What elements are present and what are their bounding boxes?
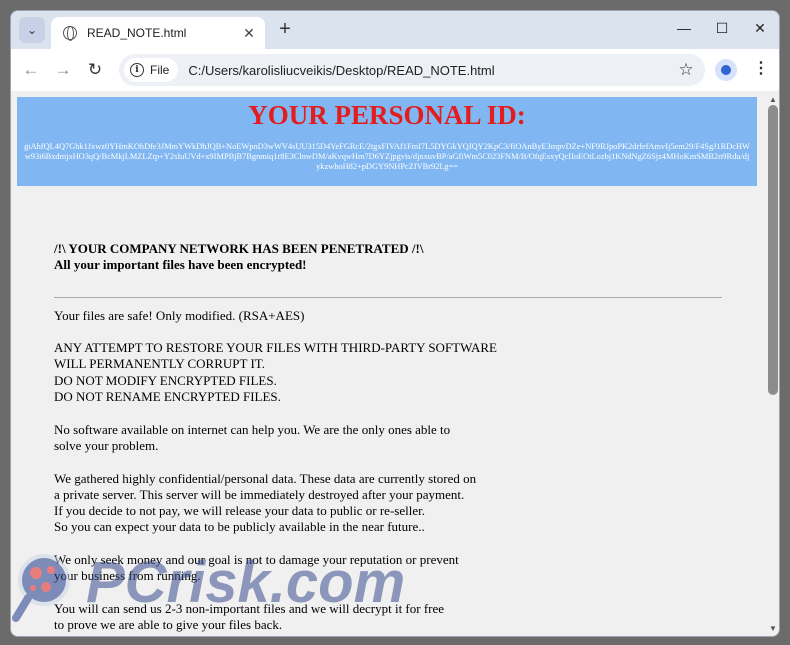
personal-id-banner: YOUR PERSONAL ID: giAhfQL4Q7Ghk1Jxwz0YHm… bbox=[17, 97, 757, 186]
divider bbox=[54, 296, 722, 298]
profile-avatar[interactable] bbox=[715, 59, 737, 81]
new-tab-button[interactable]: + bbox=[273, 18, 297, 42]
text-line: your business from running. bbox=[54, 568, 201, 584]
tab-strip: ⌄ READ_NOTE.html ✕ + — ☐ ✕ bbox=[11, 11, 779, 49]
info-icon: i bbox=[130, 63, 144, 77]
kebab-menu-icon[interactable]: ⋮ bbox=[751, 58, 771, 82]
personal-id-code: giAhfQL4Q7Ghk1Jxwz0YHmKOhDfe3JMmYWkDhJQB… bbox=[24, 142, 750, 171]
text-line: We only seek money and our goal is not t… bbox=[54, 552, 459, 568]
text-line: WILL PERMANENTLY CORRUPT IT. bbox=[54, 356, 266, 372]
scrollbar-thumb[interactable] bbox=[768, 105, 778, 395]
text-line: DO NOT RENAME ENCRYPTED FILES. bbox=[54, 389, 281, 405]
address-bar[interactable]: i File C:/Users/karolisliucveikis/Deskto… bbox=[119, 54, 705, 86]
vertical-scrollbar[interactable]: ▲ ▼ bbox=[765, 91, 779, 636]
close-tab-icon[interactable]: ✕ bbox=[239, 25, 259, 42]
paragraph-no-software: No software available on internet can he… bbox=[54, 422, 726, 455]
text-line: No software available on internet can he… bbox=[54, 421, 451, 437]
browser-window: ⌄ READ_NOTE.html ✕ + — ☐ ✕ ← → ↻ i File … bbox=[10, 10, 780, 637]
tab-title: READ_NOTE.html bbox=[87, 26, 187, 40]
text-line: ANY ATTEMPT TO RESTORE YOUR FILES WITH T… bbox=[54, 340, 497, 356]
paragraph-warning: ANY ATTEMPT TO RESTORE YOUR FILES WITH T… bbox=[54, 340, 726, 405]
forward-icon[interactable]: → bbox=[51, 58, 75, 82]
browser-toolbar: ← → ↻ i File C:/Users/karolisliucveikis/… bbox=[11, 49, 779, 91]
page-content: YOUR PERSONAL ID: giAhfQL4Q7Ghk1Jxwz0YHm… bbox=[11, 91, 765, 636]
text-line: solve your problem. bbox=[54, 437, 159, 453]
scroll-down-arrow-icon[interactable]: ▼ bbox=[765, 622, 779, 636]
site-info-button[interactable]: i File bbox=[124, 58, 179, 82]
reload-icon[interactable]: ↻ bbox=[83, 58, 107, 82]
text-line: a private server. This server will be im… bbox=[54, 486, 465, 502]
paragraph-safe: Your files are safe! Only modified. (RSA… bbox=[54, 308, 726, 324]
text-line: We gathered highly confidential/personal… bbox=[54, 470, 477, 486]
text-line: You will can send us 2-3 non-important f… bbox=[54, 600, 445, 616]
headline-penetrated: /!\ YOUR COMPANY NETWORK HAS BEEN PENETR… bbox=[54, 241, 424, 256]
minimize-icon[interactable]: — bbox=[665, 11, 703, 45]
tab-read-note[interactable]: READ_NOTE.html ✕ bbox=[51, 17, 265, 49]
ransom-note-body: /!\ YOUR COMPANY NETWORK HAS BEEN PENETR… bbox=[54, 241, 726, 636]
paragraph-money: We only seek money and our goal is not t… bbox=[54, 552, 726, 585]
personal-id-title: YOUR PERSONAL ID: bbox=[248, 100, 526, 130]
url-text[interactable]: C:/Users/karolisliucveikis/Desktop/READ_… bbox=[188, 63, 673, 78]
back-icon[interactable]: ← bbox=[19, 58, 43, 82]
paragraph-data-theft: We gathered highly confidential/personal… bbox=[54, 471, 726, 536]
text-line: to prove we are able to give your files … bbox=[54, 617, 283, 633]
maximize-icon[interactable]: ☐ bbox=[703, 11, 741, 45]
text-line: Your files are safe! Only modified. (RSA… bbox=[54, 307, 305, 323]
bookmark-star-icon[interactable]: ☆ bbox=[673, 60, 699, 80]
close-window-icon[interactable]: ✕ bbox=[741, 11, 779, 45]
chevron-down-icon: ⌄ bbox=[26, 23, 38, 37]
paragraph-test-decrypt: You will can send us 2-3 non-important f… bbox=[54, 601, 726, 634]
site-info-label: File bbox=[150, 63, 170, 77]
headline-encrypted: All your important files have been encry… bbox=[54, 257, 307, 273]
text-line: If you decide to not pay, we will releas… bbox=[54, 503, 425, 519]
window-controls: — ☐ ✕ bbox=[665, 11, 779, 45]
tab-search-button[interactable]: ⌄ bbox=[19, 17, 45, 43]
text-line: DO NOT MODIFY ENCRYPTED FILES. bbox=[54, 372, 277, 388]
globe-icon bbox=[63, 26, 77, 41]
text-line: So you can expect your data to be public… bbox=[54, 519, 425, 535]
